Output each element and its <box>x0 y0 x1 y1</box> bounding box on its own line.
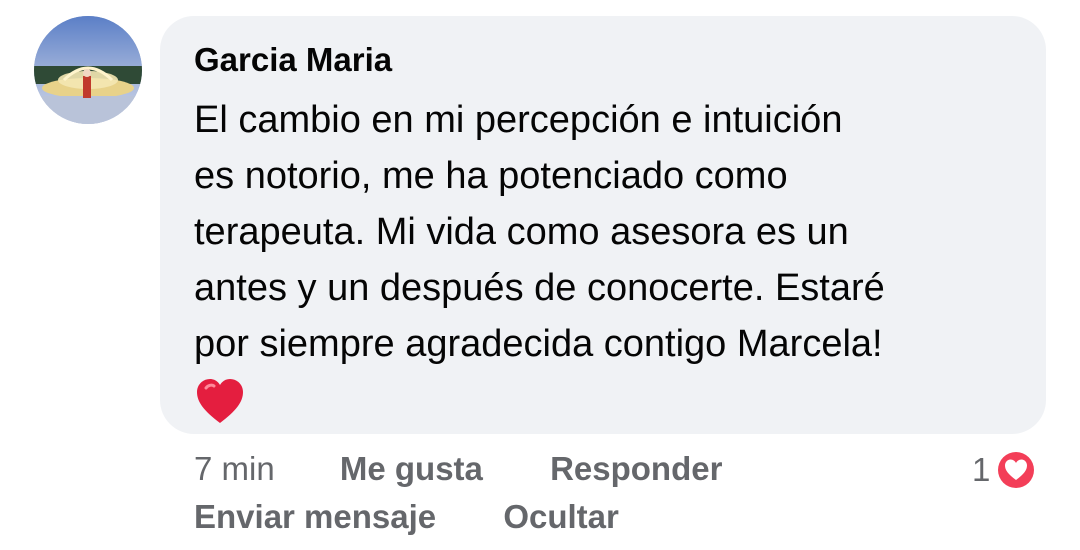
hide-button[interactable]: Ocultar <box>503 498 619 536</box>
comment-bubble: Garcia Maria El cambio en mi percepción … <box>160 16 1046 434</box>
avatar-image <box>34 16 142 124</box>
reaction-count: 1 <box>972 451 991 488</box>
avatar[interactable] <box>34 16 142 124</box>
comment-line: terapeuta. Mi vida como asesora es un <box>194 211 849 253</box>
comment: Garcia Maria El cambio en mi percepción … <box>0 0 1080 550</box>
reply-button[interactable]: Responder <box>550 450 722 488</box>
comment-actions-secondary: Enviar mensaje Ocultar <box>194 498 619 536</box>
like-button[interactable]: Me gusta <box>340 450 483 488</box>
comment-line: por siempre agradecida contigo Marcela! <box>194 323 883 365</box>
send-message-button[interactable]: Enviar mensaje <box>194 498 436 536</box>
heart-emoji-icon <box>197 379 243 423</box>
reaction-summary[interactable]: 1 <box>972 448 1038 492</box>
love-reaction-icon <box>995 449 1038 491</box>
comment-text: El cambio en mi percepción e intuición e… <box>194 92 1010 372</box>
comment-author[interactable]: Garcia Maria <box>194 40 1010 80</box>
comment-actions: 7 min Me gusta Responder <box>194 450 722 488</box>
comment-line: antes y un después de conocerte. Estaré <box>194 267 885 309</box>
comment-time[interactable]: 7 min <box>194 450 275 488</box>
comment-line: es notorio, me ha potenciado como <box>194 155 788 197</box>
comment-line: El cambio en mi percepción e intuición <box>194 99 843 141</box>
